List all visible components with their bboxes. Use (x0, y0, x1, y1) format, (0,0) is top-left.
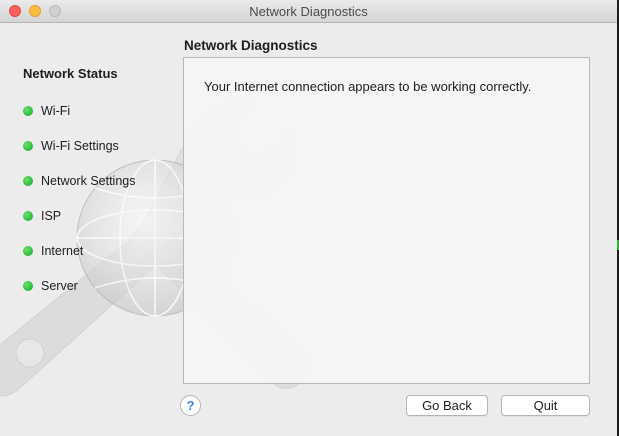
status-ok-indicator-icon (23, 141, 33, 151)
diagnostics-results-panel: Your Internet connection appears to be w… (183, 57, 590, 384)
window-title: Network Diagnostics (249, 4, 368, 19)
sidebar-heading: Network Status (23, 66, 118, 81)
status-ok-indicator-icon (23, 281, 33, 291)
status-ok-indicator-icon (23, 106, 33, 116)
status-ok-indicator-icon (23, 246, 33, 256)
sidebar-item-isp: ISP (23, 206, 61, 226)
sidebar-item-label: Wi-Fi Settings (41, 139, 119, 153)
sidebar-item-label: Wi-Fi (41, 104, 71, 118)
sidebar-item-network-settings: Network Settings (23, 171, 135, 191)
sidebar-item-wifi-settings: Wi-Fi Settings (23, 136, 119, 156)
sidebar-item-wifi: Wi-Fi (23, 101, 70, 121)
sidebar-item-label: ISP (41, 209, 62, 223)
sidebar-item-label: Server (41, 279, 78, 293)
go-back-button[interactable]: Go Back (406, 395, 488, 416)
sidebar-item-label: Internet (41, 244, 84, 258)
panel-title: Network Diagnostics (184, 38, 318, 53)
status-ok-indicator-icon (23, 176, 33, 186)
sidebar-item-label: Network Settings (41, 174, 136, 188)
diagnostics-message: Your Internet connection appears to be w… (204, 79, 532, 94)
sidebar-item-internet: Internet (23, 241, 83, 261)
network-status-sidebar: Network Status Wi-Fi Wi-Fi Settings Netw… (23, 66, 135, 293)
quit-button[interactable]: Quit (501, 395, 590, 416)
status-ok-indicator-icon (23, 211, 33, 221)
title-bar: Network Diagnostics (0, 0, 617, 23)
sidebar-item-server: Server (23, 276, 78, 296)
window-content: Network Status Wi-Fi Wi-Fi Settings Netw… (0, 23, 617, 436)
network-diagnostics-window: Network Diagnostics Network Status Wi-Fi… (0, 0, 618, 436)
help-button[interactable]: ? (180, 395, 201, 416)
